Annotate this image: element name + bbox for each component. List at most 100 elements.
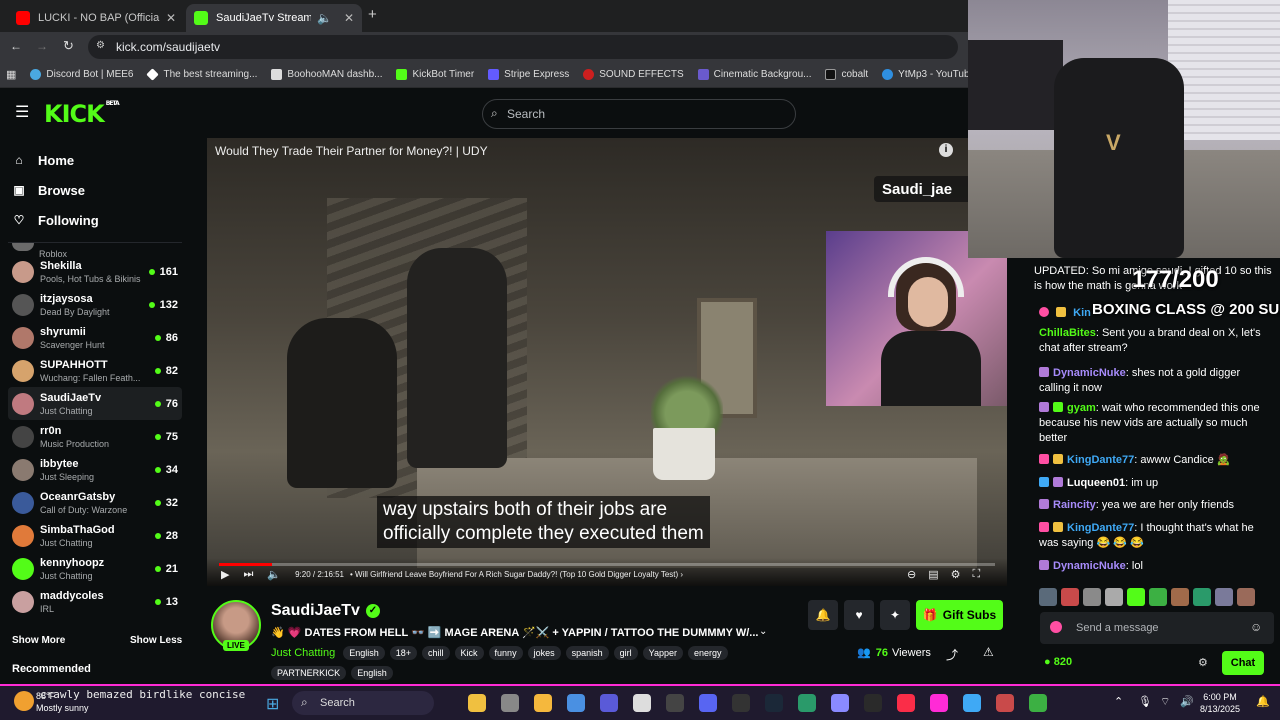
chat-input[interactable]: Send a message ☺ xyxy=(1040,612,1274,644)
channel-points[interactable]: ● 820 xyxy=(1044,656,1072,668)
stream-tag[interactable]: Yapper xyxy=(642,646,683,660)
stream-tag[interactable]: chill xyxy=(422,646,450,660)
gift-subs-button[interactable]: 🎁 Gift Subs xyxy=(916,600,1003,630)
sidebar-item-home[interactable]: ⌂ Home xyxy=(12,148,74,172)
site-info-icon[interactable]: ⚙ xyxy=(96,40,105,51)
captions-icon[interactable]: ▤ xyxy=(928,568,938,581)
stream-tag[interactable]: spanish xyxy=(565,646,609,660)
report-icon[interactable]: ⚠ xyxy=(983,645,994,659)
bookmark[interactable]: YtMp3 - YouTube to... xyxy=(882,69,968,80)
chat-username[interactable]: KingDante77 xyxy=(1067,454,1134,466)
sidebar-item-browse[interactable]: ▣ Browse xyxy=(12,178,85,202)
sidebar-channel[interactable]: OceanrGatsby Call of Duty: Warzone 32 xyxy=(8,486,182,519)
sidebar-channel[interactable]: rr0n Music Production 75 xyxy=(8,420,182,453)
sidebar-channel[interactable]: SimbaThaGod Just Chatting 28 xyxy=(8,519,182,552)
system-clock[interactable]: 6:00 PM 8/13/2025 xyxy=(1200,691,1240,715)
chat-send-button[interactable]: Chat xyxy=(1222,651,1264,675)
notifications-button[interactable]: 🔔 xyxy=(808,600,838,630)
sidebar-channel[interactable]: SUPAHHOTT Wuchang: Fallen Feath... 82 xyxy=(8,354,182,387)
steam-icon[interactable] xyxy=(765,694,783,712)
chapter-title[interactable]: • Will Girlfriend Leave Boyfriend For A … xyxy=(350,570,683,579)
emote-icon[interactable] xyxy=(1237,588,1255,606)
discord-icon[interactable] xyxy=(699,694,717,712)
windows-start-icon[interactable]: ⊞ xyxy=(266,694,279,714)
file-explorer-icon[interactable] xyxy=(468,694,486,712)
play-icon[interactable]: ▶ xyxy=(221,568,229,581)
chat-username[interactable]: Luqueen01 xyxy=(1067,477,1125,489)
chrome-icon[interactable] xyxy=(567,694,585,712)
chevron-up-icon[interactable]: ⌃ xyxy=(1114,695,1123,708)
emote-icon[interactable] xyxy=(1039,588,1057,606)
music-icon[interactable] xyxy=(897,694,915,712)
sidebar-channel[interactable]: itzjaysosa Dead By Daylight 132 xyxy=(8,288,182,321)
wifi-icon[interactable]: ⌔ xyxy=(1160,695,1170,709)
reload-icon[interactable]: ↻ xyxy=(63,38,74,54)
back-icon[interactable]: ← xyxy=(10,39,22,53)
apps-icon[interactable]: ▦ xyxy=(6,68,16,81)
bookmark[interactable]: Cinematic Backgrou... xyxy=(697,69,811,80)
stream-tag[interactable]: English xyxy=(351,666,393,680)
emoji-icon[interactable]: ☺ xyxy=(1250,620,1262,634)
chevron-down-icon[interactable]: ⌄ xyxy=(759,626,767,637)
bookmark[interactable]: KickBot Timer xyxy=(396,69,474,80)
kick-logo[interactable]: KICK BETA xyxy=(44,100,120,128)
sidebar-channel[interactable]: ibbytee Just Sleeping 34 xyxy=(8,453,182,486)
chat-settings-icon[interactable]: ⚙ xyxy=(1198,656,1208,669)
controller-icon[interactable] xyxy=(831,694,849,712)
settings-icon[interactable]: ⚙ xyxy=(951,568,961,581)
stream-tag[interactable]: energy xyxy=(688,646,728,660)
chat-username[interactable]: KingDante77 xyxy=(1067,522,1134,534)
category-link[interactable]: Just Chatting xyxy=(271,647,335,659)
next-icon[interactable]: ⏭ xyxy=(243,568,253,581)
emote-icon[interactable] xyxy=(1193,588,1211,606)
stream-tag[interactable]: 18+ xyxy=(389,646,418,660)
stream-tag[interactable]: jokes xyxy=(527,646,561,660)
volume-icon[interactable]: 🔈 xyxy=(267,568,281,581)
task-view-icon[interactable] xyxy=(501,694,519,712)
notification-icon[interactable]: 🔔 xyxy=(1256,695,1270,708)
tab-kick[interactable]: SaudiJaeTv Stream - Watch 🔈 ✕ xyxy=(186,4,362,32)
show-more-button[interactable]: Show More xyxy=(12,635,65,646)
channel-name[interactable]: SaudiJaeTv ✓ xyxy=(271,602,380,620)
bookmark[interactable]: BoohooMAN dashb... xyxy=(271,69,382,80)
close-tab-icon[interactable]: ✕ xyxy=(166,11,176,25)
show-less-button[interactable]: Show Less xyxy=(130,635,182,646)
bookmark[interactable]: Stripe Express xyxy=(488,69,569,80)
bookmark[interactable]: SOUND EFFECTS xyxy=(583,69,684,80)
app-icon[interactable] xyxy=(963,694,981,712)
boost-button[interactable]: ✦ xyxy=(880,600,910,630)
sidebar-channel[interactable]: maddycoles IRL 13 xyxy=(8,585,182,618)
folder-icon[interactable] xyxy=(534,694,552,712)
new-tab-button[interactable]: + xyxy=(368,6,377,23)
chat-username[interactable]: Raincity xyxy=(1053,499,1096,511)
info-icon[interactable]: i xyxy=(939,143,953,157)
app-icon[interactable] xyxy=(864,694,882,712)
emote-icon[interactable] xyxy=(1061,588,1079,606)
url-field[interactable]: ⚙ kick.com/saudijaetv xyxy=(88,35,958,59)
chat-username[interactable]: DynamicNuke xyxy=(1053,367,1126,379)
vegas-icon[interactable] xyxy=(600,694,618,712)
stream-tag[interactable]: PARTNERKICK xyxy=(271,666,347,680)
sidebar-channel[interactable]: Shekilla Pools, Hot Tubs & Bikinis 161 xyxy=(8,255,182,288)
mute-tab-icon[interactable]: 🔈 xyxy=(317,11,332,25)
emote-icon[interactable] xyxy=(1105,588,1123,606)
app-icon[interactable] xyxy=(930,694,948,712)
share-icon[interactable]: ⤴ xyxy=(946,646,958,663)
app-icon[interactable] xyxy=(1029,694,1047,712)
bookmark[interactable]: cobalt xyxy=(825,69,868,80)
chat-username[interactable]: Kin xyxy=(1073,307,1091,319)
stream-tag[interactable]: English xyxy=(343,646,385,660)
forward-icon[interactable]: → xyxy=(36,39,48,53)
autoplay-icon[interactable]: ⊖ xyxy=(907,568,916,581)
sidebar-item-following[interactable]: ♡ Following xyxy=(12,208,99,232)
fullscreen-icon[interactable]: ⛶ xyxy=(973,568,981,581)
bookmark[interactable]: The best streaming... xyxy=(146,68,257,81)
emote-icon[interactable] xyxy=(1127,588,1145,606)
tab-youtube[interactable]: LUCKI - NO BAP (Official Video ✕ xyxy=(8,4,184,32)
app-icon[interactable] xyxy=(798,694,816,712)
sidebar-channel[interactable]: kennyhoopz Just Chatting 21 xyxy=(8,552,182,585)
taskbar-search[interactable]: ⌕ Search xyxy=(292,691,434,715)
sidebar-channel[interactable]: SaudiJaeTv Just Chatting 76 xyxy=(8,387,182,420)
speaker-icon[interactable]: 🔊 xyxy=(1180,695,1194,708)
emote-icon[interactable] xyxy=(1171,588,1189,606)
